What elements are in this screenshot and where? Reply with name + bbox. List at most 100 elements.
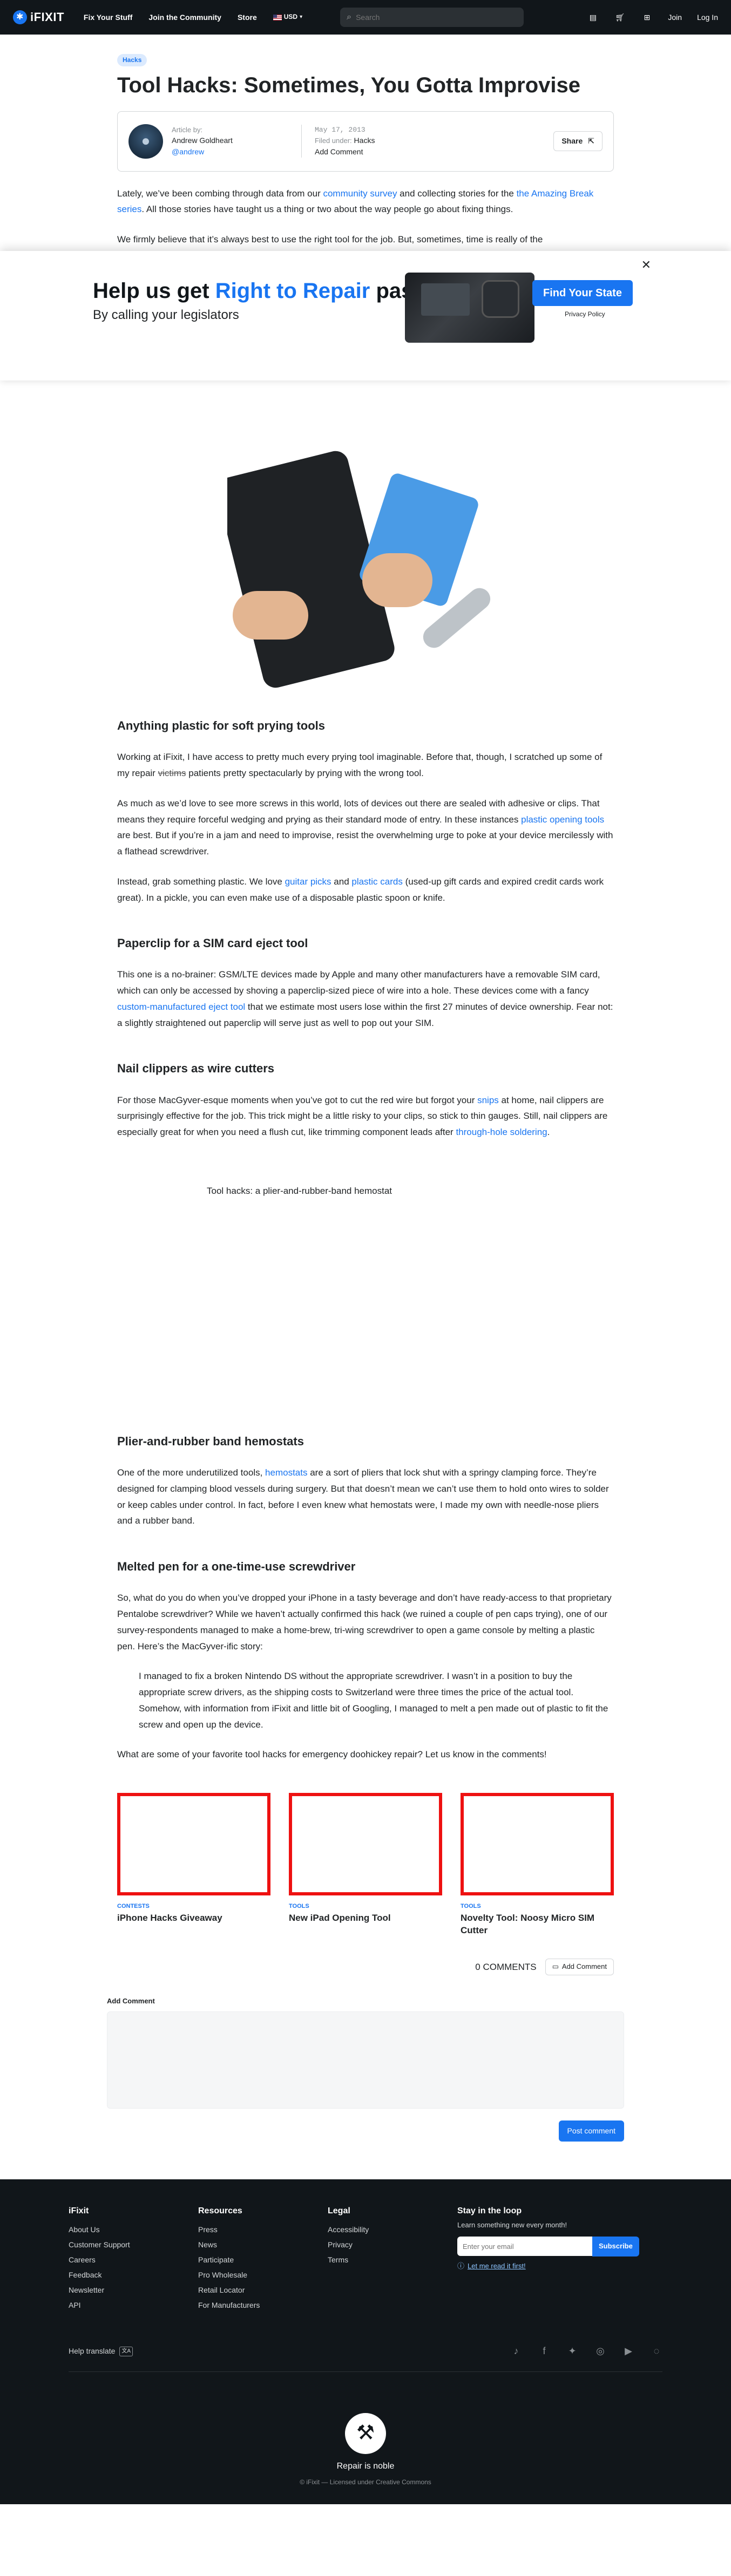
footer-col-title: Legal <box>328 2206 350 2215</box>
paragraph-2: We firmly believe that it’s always best … <box>117 234 543 245</box>
footer-link-about[interactable]: About Us <box>69 2222 198 2237</box>
comment-icon: ▭ <box>552 1962 559 1971</box>
email-input[interactable] <box>457 2237 592 2256</box>
author-handle-link[interactable]: @andrew <box>172 147 204 156</box>
search-bar[interactable]: ⌕ <box>340 8 524 27</box>
article-title: Tool Hacks: Sometimes, You Gotta Improvi… <box>117 73 580 97</box>
newsletter-signup: Stay in the loop Learn something new eve… <box>457 2204 662 2313</box>
cart-icon[interactable]: 🛒︎ <box>614 11 626 23</box>
plastic-cards-link[interactable]: plastic cards <box>351 876 402 887</box>
footer-link-manufacturers[interactable]: For Manufacturers <box>198 2298 328 2313</box>
ifixit-logo-icon: ✱ <box>13 10 27 24</box>
help-translate-link[interactable]: Help translate 文A <box>69 2345 133 2357</box>
related-title[interactable]: Novelty Tool: Noosy Micro SIM Cutter <box>461 1912 614 1938</box>
footer-link-participate[interactable]: Participate <box>198 2252 328 2267</box>
login-link[interactable]: Log In <box>697 11 718 23</box>
footer-link-api[interactable]: API <box>69 2298 198 2313</box>
add-comment-label: Add Comment <box>107 1997 155 2006</box>
section-1-paragraph-1: Working at iFixit, I have access to pret… <box>117 752 603 779</box>
instagram-icon[interactable]: ◎ <box>594 2346 606 2357</box>
copyright: © iFixit — Licensed under Creative Commo… <box>300 2478 431 2486</box>
privacy-policy-link[interactable]: Privacy Policy <box>565 309 605 320</box>
read-first-link[interactable]: ⓘ Let me read it first! <box>457 2261 662 2272</box>
section-1-paragraph-3: Instead, grab something plastic. We love… <box>117 876 604 903</box>
share-button[interactable]: Share ⇱ <box>553 131 603 151</box>
closing-paragraph: What are some of your favorite tool hack… <box>117 1749 547 1760</box>
right-to-repair-banner: Help us get Right to Repair passed By ca… <box>0 251 731 381</box>
snips-link[interactable]: snips <box>477 1095 499 1105</box>
related-title[interactable]: New iPad Opening Tool <box>289 1912 442 1925</box>
article-date: May 17, 2013 <box>315 125 366 134</box>
section-3-paragraph: For those MacGyver-esque moments when yo… <box>117 1095 608 1138</box>
top-navigation: ✱ iFIXIT Fix Your Stuff Join the Communi… <box>0 0 731 35</box>
section-title-paperclip: Paperclip for a SIM card eject tool <box>117 936 308 950</box>
close-icon[interactable]: ✕ <box>641 255 651 274</box>
footer-link-news[interactable]: News <box>198 2237 328 2252</box>
community-icon[interactable]: ◌ <box>651 2346 662 2357</box>
find-your-state-button[interactable]: Find Your State <box>532 280 633 307</box>
article-tag[interactable]: Hacks <box>117 54 147 67</box>
section-title-nail-clippers: Nail clippers as wire cutters <box>117 1062 275 1076</box>
twitter-icon[interactable]: ✦ <box>566 2346 578 2357</box>
related-category[interactable]: TOOLS <box>461 1902 614 1912</box>
chevron-down-icon: ▾ <box>300 14 303 20</box>
footer-link-retail-locator[interactable]: Retail Locator <box>198 2282 328 2298</box>
related-card[interactable]: TOOLS New iPad Opening Tool <box>289 1793 442 1937</box>
section-title-hemostats: Plier-and-rubber band hemostats <box>117 1434 304 1448</box>
add-comment-link[interactable]: Add Comment <box>315 146 375 158</box>
eject-tool-link[interactable]: custom-manufactured eject tool <box>117 1002 245 1012</box>
hemostats-link[interactable]: hemostats <box>265 1467 307 1478</box>
footer-link-privacy[interactable]: Privacy <box>328 2237 457 2252</box>
footer-link-careers[interactable]: Careers <box>69 2252 198 2267</box>
section-5-paragraph: So, what do you do when you’ve dropped y… <box>117 1593 612 1651</box>
search-input[interactable] <box>356 13 518 22</box>
footer-link-accessibility[interactable]: Accessibility <box>328 2222 457 2237</box>
comment-textarea[interactable] <box>107 2011 624 2109</box>
author-name: Andrew Goldheart <box>172 136 233 145</box>
related-thumbnail[interactable] <box>117 1793 270 1896</box>
footer-link-pro-wholesale[interactable]: Pro Wholesale <box>198 2267 328 2282</box>
related-category[interactable]: TOOLS <box>289 1902 442 1912</box>
ifixit-logo[interactable]: ✱ iFIXIT <box>13 8 64 26</box>
facebook-icon[interactable]: f <box>538 2346 550 2357</box>
nav-store[interactable]: Store <box>238 11 257 23</box>
author-label: Article by: <box>172 125 203 134</box>
stay-description: Learn something new every month! <box>457 2221 567 2230</box>
through-hole-soldering-link[interactable]: through-hole soldering <box>456 1127 547 1137</box>
related-thumbnail[interactable] <box>461 1793 614 1896</box>
related-thumbnail[interactable] <box>289 1793 442 1896</box>
tiktok-icon[interactable]: ♪ <box>510 2346 522 2357</box>
footer-link-feedback[interactable]: Feedback <box>69 2267 198 2282</box>
banner-title: Help us get Right to Repair passed <box>93 279 450 303</box>
author-avatar[interactable]: ● <box>128 124 163 159</box>
footer: iFixit About Us Customer Support Careers… <box>0 2179 731 2504</box>
related-card[interactable]: CONTESTS iPhone Hacks Giveaway <box>117 1793 270 1937</box>
related-card[interactable]: TOOLS Novelty Tool: Noosy Micro SIM Cutt… <box>461 1793 614 1937</box>
add-comment-form: Add Comment Post comment <box>107 1996 624 2142</box>
language-icon[interactable]: ⊞ <box>641 11 653 23</box>
footer-link-terms[interactable]: Terms <box>328 2252 457 2267</box>
footer-link-support[interactable]: Customer Support <box>69 2237 198 2252</box>
post-comment-button[interactable]: Post comment <box>558 2120 624 2142</box>
filed-value[interactable]: Hacks <box>354 136 375 145</box>
external-share-icon: ⇱ <box>588 137 594 146</box>
related-category[interactable]: CONTESTS <box>117 1902 270 1912</box>
footer-link-press[interactable]: Press <box>198 2222 328 2237</box>
nav-fix-your-stuff[interactable]: Fix Your Stuff <box>84 11 132 23</box>
us-flag-icon <box>273 14 282 21</box>
add-comment-button[interactable]: ▭ Add Comment <box>545 1959 614 1976</box>
intro-paragraph: Lately, we’ve been combing through data … <box>117 188 594 215</box>
survey-quote: I managed to fix a broken Nintendo DS wi… <box>139 1671 608 1730</box>
community-survey-link[interactable]: community survey <box>323 188 397 199</box>
currency-selector[interactable]: USD ▾ <box>273 12 302 22</box>
subscribe-button[interactable]: Subscribe <box>592 2237 639 2256</box>
store-icon[interactable]: ▤ <box>587 11 599 23</box>
guitar-picks-link[interactable]: guitar picks <box>285 876 331 887</box>
plastic-opening-tools-link[interactable]: plastic opening tools <box>521 814 604 825</box>
join-link[interactable]: Join <box>668 11 682 23</box>
footer-link-newsletter[interactable]: Newsletter <box>69 2282 198 2298</box>
hemostat-image-alt: Tool hacks: a plier-and-rubber-band hemo… <box>207 1185 392 1196</box>
youtube-icon[interactable]: ▶ <box>622 2346 634 2357</box>
nav-join-community[interactable]: Join the Community <box>148 11 221 23</box>
related-title[interactable]: iPhone Hacks Giveaway <box>117 1912 270 1925</box>
